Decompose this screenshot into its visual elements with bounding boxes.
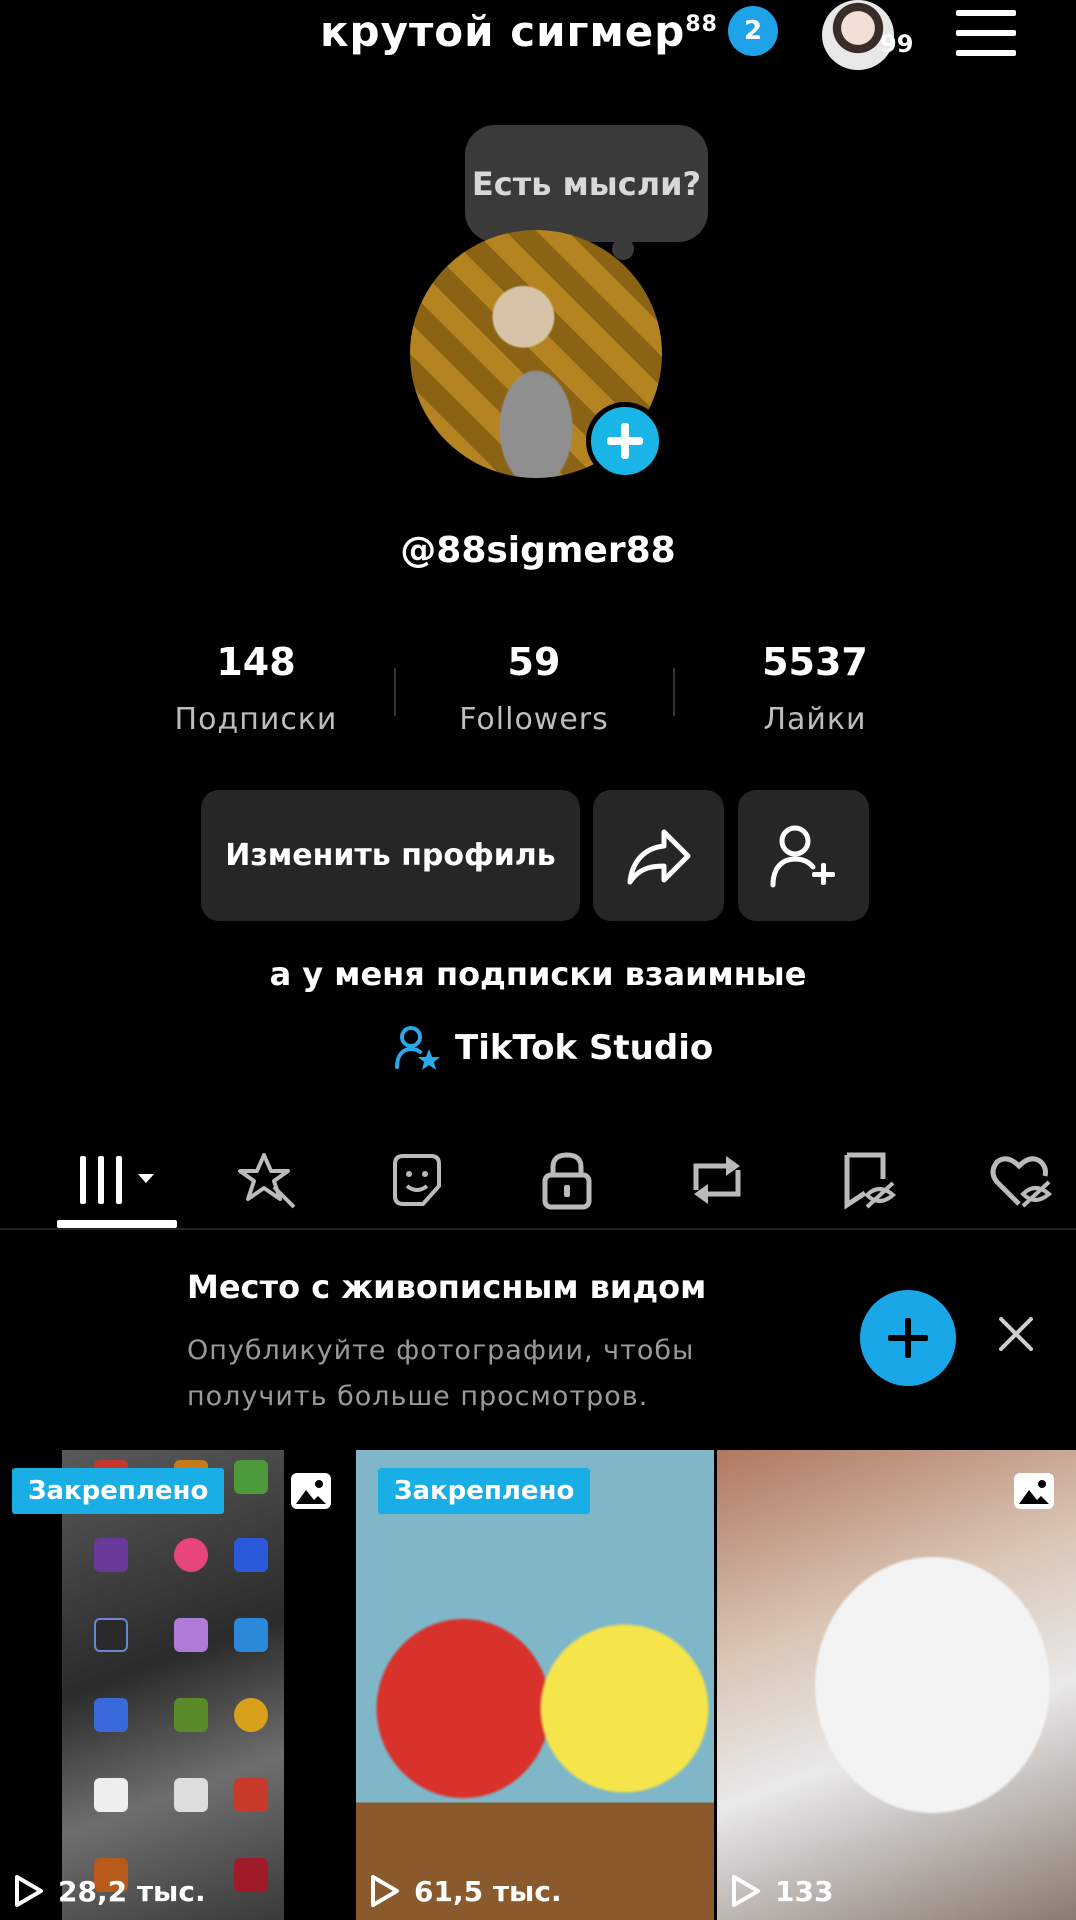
tab-stickers[interactable] bbox=[357, 1130, 477, 1230]
share-profile-button[interactable] bbox=[593, 790, 724, 921]
tab-reposts[interactable] bbox=[657, 1130, 777, 1230]
studio-user-star-icon bbox=[395, 1026, 440, 1070]
tiktok-studio-link[interactable]: TikTok Studio bbox=[395, 1025, 713, 1071]
play-icon bbox=[371, 1875, 399, 1907]
liked-hidden-icon bbox=[990, 1156, 1053, 1208]
video-grid: Закреплено 28,2 тыс. Закреплено 61,5 тыс… bbox=[0, 1450, 1076, 1920]
thumbnail-decoration bbox=[234, 1698, 268, 1732]
active-tab-indicator bbox=[57, 1220, 177, 1228]
photo-icon bbox=[1014, 1473, 1054, 1509]
thumbnail-decoration bbox=[234, 1618, 268, 1652]
lock-icon bbox=[542, 1152, 592, 1210]
stat-followers[interactable]: 59 Followers bbox=[424, 640, 644, 737]
photo-icon bbox=[291, 1473, 331, 1509]
sticker-icon bbox=[393, 1154, 441, 1206]
tab-favorites[interactable] bbox=[807, 1130, 927, 1230]
promo-add-button[interactable] bbox=[860, 1290, 956, 1386]
view-count-label: 133 bbox=[775, 1874, 834, 1908]
studio-label: TikTok Studio bbox=[455, 1028, 714, 1068]
play-icon bbox=[732, 1875, 760, 1907]
stat-value: 59 bbox=[507, 640, 561, 684]
videos-grid-icon bbox=[80, 1156, 154, 1204]
avatar-count: 99 bbox=[880, 30, 914, 58]
view-count-label: 61,5 тыс. bbox=[414, 1874, 562, 1908]
thumbnail-decoration bbox=[94, 1618, 128, 1652]
thought-bubble[interactable]: Есть мысли? bbox=[465, 125, 708, 242]
tab-effects[interactable] bbox=[207, 1130, 327, 1230]
add-user-icon bbox=[770, 825, 835, 887]
stat-value: 148 bbox=[216, 640, 296, 684]
thumbnail-decoration bbox=[94, 1778, 128, 1812]
promo-title: Место с живописным видом bbox=[187, 1268, 707, 1306]
sparkle-icon bbox=[238, 1153, 296, 1209]
pinned-badge: Закреплено bbox=[12, 1468, 225, 1514]
top-bar: крутой сигмер88 2 99 bbox=[0, 0, 1076, 70]
stat-label: Followers bbox=[459, 702, 609, 737]
share-icon bbox=[627, 829, 690, 884]
pinned-badge: Закреплено bbox=[378, 1468, 591, 1514]
video-tile[interactable]: Закреплено 61,5 тыс. bbox=[356, 1450, 714, 1920]
stat-label: Подписки bbox=[174, 702, 338, 737]
content-tabs bbox=[0, 1130, 1076, 1230]
account-switcher[interactable]: крутой сигмер88 2 bbox=[320, 6, 778, 56]
thumbnail-decoration bbox=[234, 1778, 268, 1812]
profile-title: крутой сигмер88 bbox=[320, 6, 718, 56]
stat-value: 5537 bbox=[762, 640, 868, 684]
stat-following[interactable]: 148 Подписки bbox=[146, 640, 366, 737]
view-count: 28,2 тыс. bbox=[14, 1874, 206, 1908]
thumbnail-decoration bbox=[174, 1538, 208, 1572]
edit-profile-button[interactable]: Изменить профиль bbox=[201, 790, 580, 921]
thumbnail-decoration bbox=[174, 1698, 208, 1732]
profile-page: крутой сигмер88 2 99 Есть мысли? @88sigm… bbox=[0, 0, 1076, 1920]
tab-videos[interactable] bbox=[57, 1130, 177, 1230]
close-icon[interactable] bbox=[995, 1313, 1037, 1355]
stat-likes[interactable]: 5537 Лайки bbox=[705, 640, 925, 737]
bookmark-hidden-icon bbox=[844, 1152, 897, 1210]
profile-handle: @88sigmer88 bbox=[400, 530, 676, 571]
thumbnail-decoration bbox=[234, 1858, 268, 1892]
notification-badge: 2 bbox=[727, 6, 778, 56]
thumbnail-decoration bbox=[234, 1538, 268, 1572]
video-tile[interactable]: Закреплено 28,2 тыс. bbox=[0, 1450, 354, 1920]
thumbnail-decoration bbox=[94, 1538, 128, 1572]
video-tile[interactable]: 133 bbox=[717, 1450, 1076, 1920]
play-icon bbox=[15, 1875, 43, 1907]
tab-private[interactable] bbox=[507, 1130, 627, 1230]
menu-icon[interactable] bbox=[956, 10, 1016, 56]
stat-divider bbox=[394, 668, 396, 716]
thumbnail-decoration bbox=[174, 1778, 208, 1812]
profile-stats: 148 Подписки 59 Followers 5537 Лайки bbox=[0, 640, 1076, 750]
view-count-label: 28,2 тыс. bbox=[58, 1874, 206, 1908]
thumbnail-decoration bbox=[234, 1460, 268, 1494]
profile-bio: а у меня подписки взаимные bbox=[269, 955, 807, 993]
tab-liked[interactable] bbox=[960, 1130, 1076, 1230]
thumbnail-decoration bbox=[94, 1698, 128, 1732]
video-thumbnail bbox=[62, 1450, 284, 1920]
view-count: 133 bbox=[731, 1874, 833, 1908]
add-friend-button[interactable] bbox=[738, 790, 869, 921]
promo-text: Опубликуйте фотографии, чтобы получить б… bbox=[187, 1335, 695, 1412]
stat-label: Лайки bbox=[763, 702, 867, 737]
view-count: 61,5 тыс. bbox=[370, 1874, 562, 1908]
thumbnail-decoration bbox=[174, 1618, 208, 1652]
stat-divider bbox=[673, 668, 675, 716]
tabs-divider bbox=[0, 1228, 1076, 1230]
repost-icon bbox=[693, 1156, 741, 1204]
plus-icon bbox=[888, 1318, 928, 1358]
add-avatar-button[interactable] bbox=[586, 402, 664, 480]
plus-icon bbox=[607, 423, 643, 459]
